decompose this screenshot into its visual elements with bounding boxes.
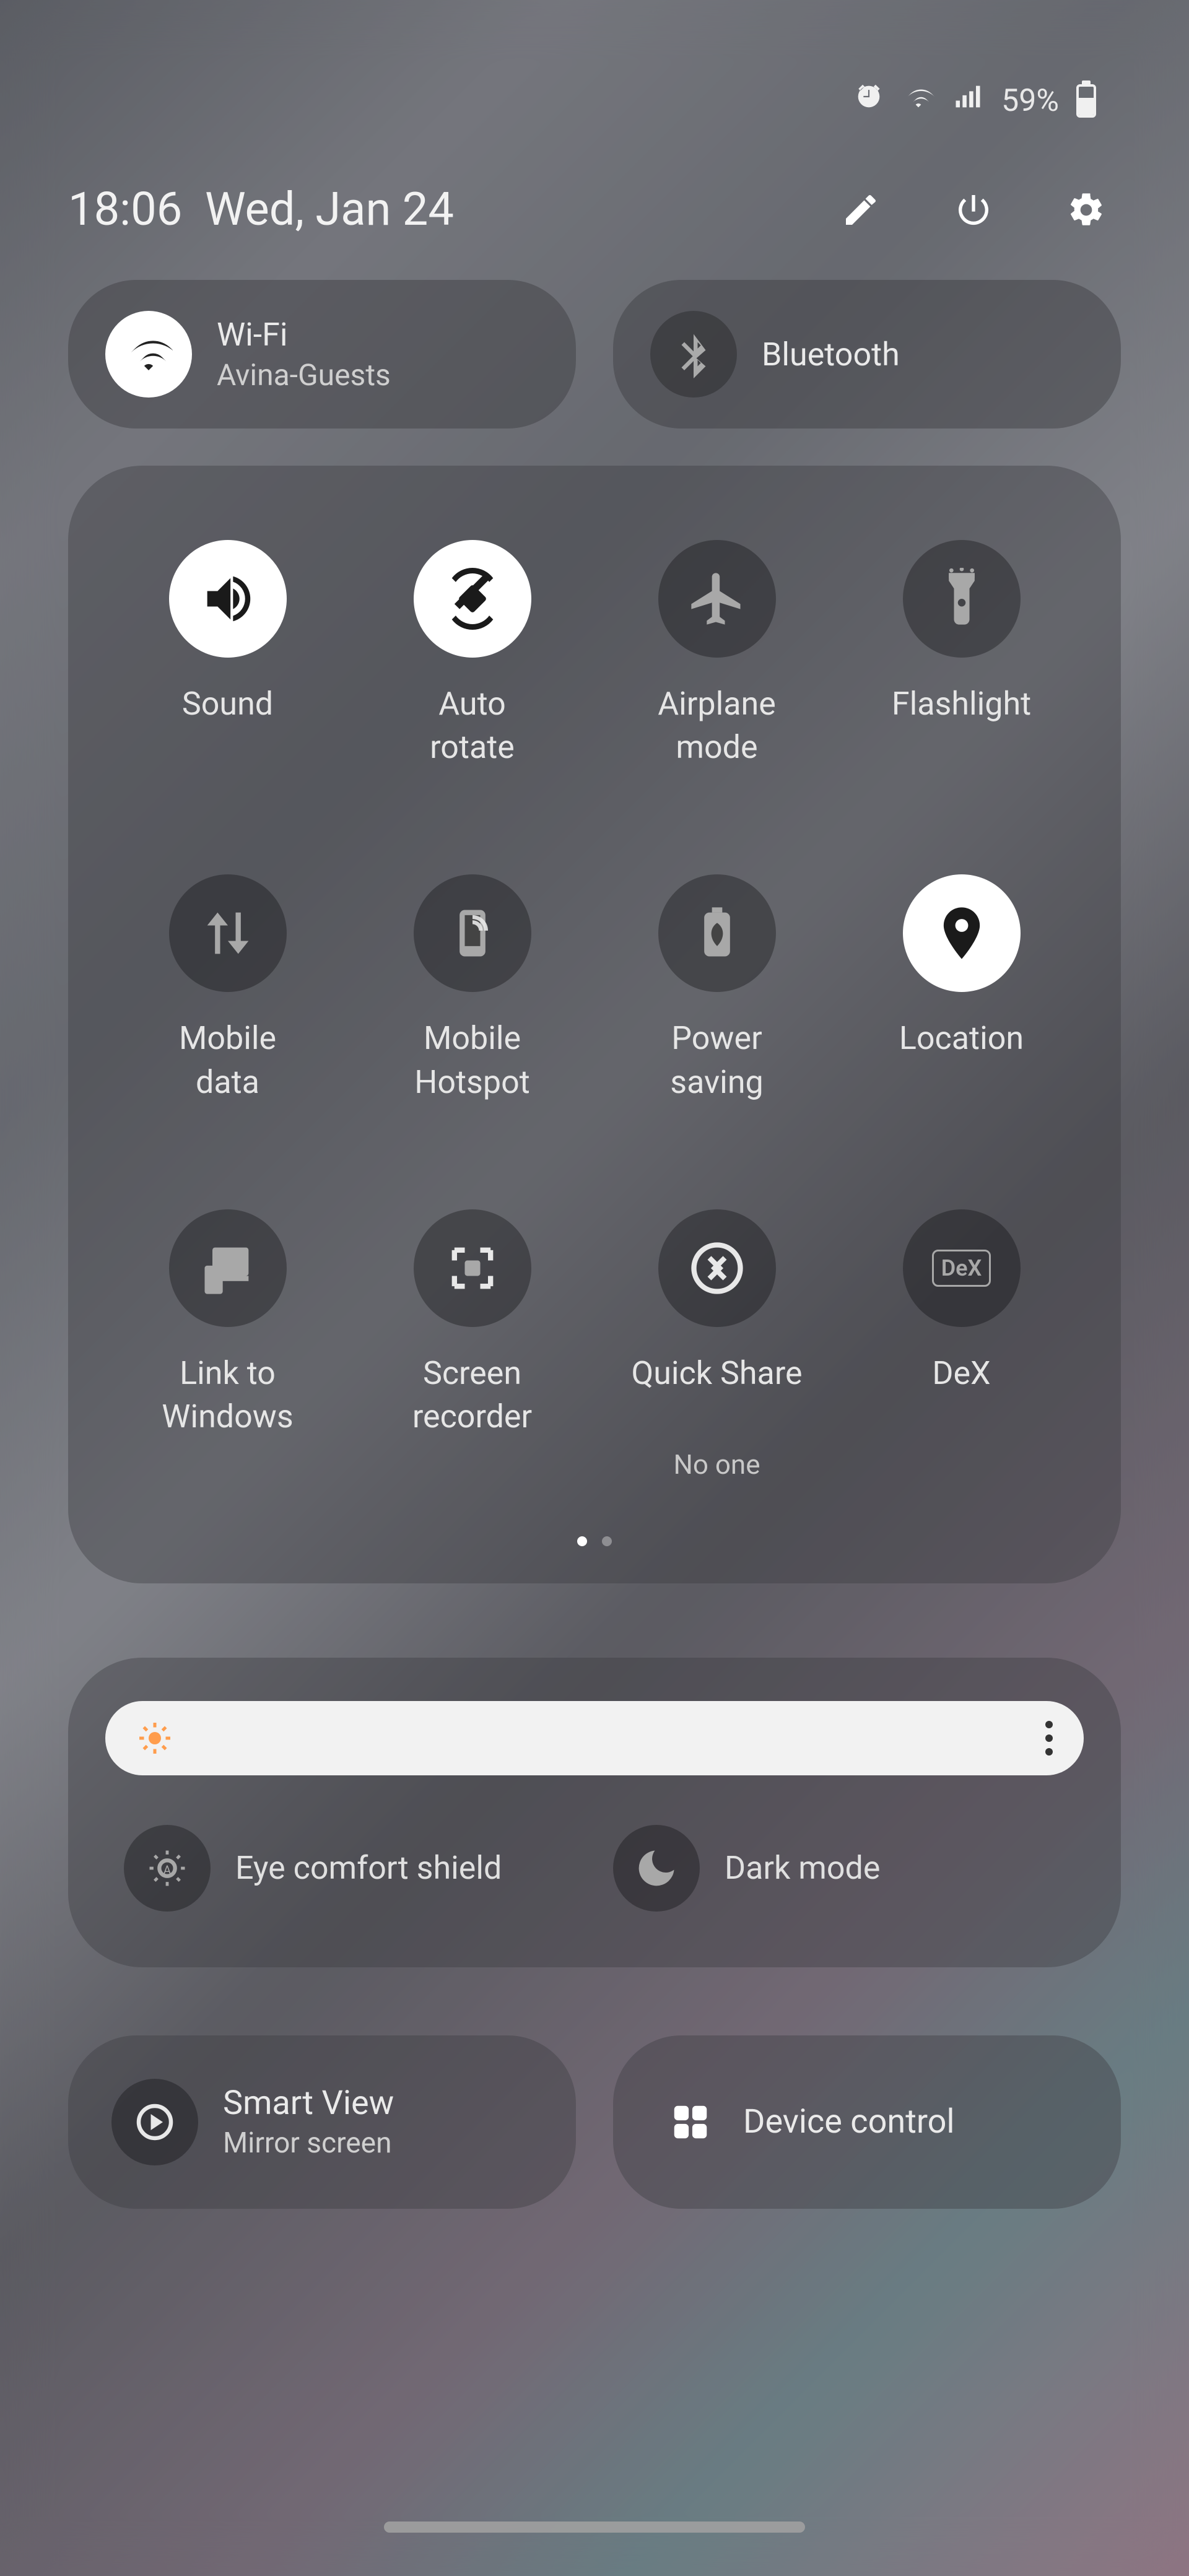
dark-mode-toggle[interactable]: Dark mode <box>594 1825 1084 1912</box>
mobile-hotspot-icon <box>414 874 531 992</box>
eye-comfort-label: Eye comfort shield <box>235 1849 502 1887</box>
sun-icon <box>136 1720 173 1757</box>
settings-button[interactable] <box>1064 188 1108 232</box>
dark-mode-label: Dark mode <box>725 1849 880 1887</box>
dex-icon: DeX <box>903 1209 1021 1327</box>
auto-rotate-icon <box>414 540 531 658</box>
brightness-slider[interactable] <box>105 1701 1084 1775</box>
toggle-auto-rotate[interactable]: Auto rotate <box>362 540 582 769</box>
eye-comfort-toggle[interactable]: A Eye comfort shield <box>105 1825 594 1912</box>
alarm-icon <box>853 80 885 121</box>
toggle-flashlight[interactable]: Flashlight <box>851 540 1071 769</box>
pencil-icon <box>841 190 881 230</box>
toggle-label: Sound <box>182 682 273 769</box>
toggle-screen-recorder[interactable]: Screen recorder <box>362 1209 582 1481</box>
power-saving-icon <box>658 874 776 992</box>
device-control-icon <box>669 2100 712 2144</box>
toggle-mobile-hotspot[interactable]: Mobile Hotspot <box>362 874 582 1103</box>
nav-gesture-pill[interactable] <box>384 2522 805 2533</box>
quick-toggles-panel: Sound Auto rotate Airplane mode Flashlight M… <box>68 466 1121 1583</box>
toggle-label: Power saving <box>670 1017 764 1103</box>
toggle-label: Airplane mode <box>658 682 776 769</box>
page-dot-active <box>577 1536 587 1546</box>
toggle-label: DeX <box>932 1352 990 1438</box>
panel-header: 18:06 Wed, Jan 24 <box>68 121 1121 280</box>
toggle-label: Mobile Hotspot <box>414 1017 529 1103</box>
toggle-mobile-data[interactable]: Mobile data <box>118 874 338 1103</box>
device-control-title: Device control <box>743 2102 955 2141</box>
toggle-sublabel: No one <box>673 1448 760 1481</box>
battery-icon <box>1076 84 1096 118</box>
airplane-mode-icon <box>658 540 776 658</box>
display-panel: A Eye comfort shield Dark mode <box>68 1658 1121 1967</box>
battery-percentage: 59% <box>1001 83 1059 119</box>
gear-icon <box>1066 190 1106 230</box>
page-dot-inactive <box>602 1536 612 1546</box>
toggle-label: Location <box>899 1017 1024 1103</box>
brightness-more-button[interactable] <box>1045 1721 1053 1756</box>
power-button[interactable] <box>951 188 996 232</box>
header-datetime: 18:06 Wed, Jan 24 <box>68 183 454 237</box>
bluetooth-pill[interactable]: Bluetooth <box>613 280 1121 429</box>
link-windows-icon <box>169 1209 287 1327</box>
toggle-sound[interactable]: Sound <box>118 540 338 769</box>
page-indicator[interactable] <box>118 1536 1071 1546</box>
moon-icon <box>633 1845 680 1892</box>
edit-button[interactable] <box>838 188 883 232</box>
location-icon <box>903 874 1021 992</box>
toggle-label: Screen recorder <box>412 1352 532 1438</box>
cell-signal-icon <box>952 80 984 121</box>
toggle-link-windows[interactable]: Link to Windows <box>118 1209 338 1481</box>
toggle-label: Quick Share <box>631 1352 802 1438</box>
mobile-data-icon <box>169 874 287 992</box>
wifi-title: Wi-Fi <box>217 316 391 354</box>
eye-comfort-icon: A <box>144 1845 191 1892</box>
wifi-icon <box>124 330 173 378</box>
power-icon <box>954 190 993 230</box>
cast-icon <box>131 2098 179 2146</box>
flashlight-icon <box>903 540 1021 658</box>
wifi-network-name: Avina-Guests <box>217 357 391 393</box>
device-control-card[interactable]: Device control <box>613 2035 1121 2209</box>
toggle-label: Auto rotate <box>430 682 515 769</box>
toggle-label: Link to Windows <box>162 1352 293 1438</box>
toggle-power-saving[interactable]: Power saving <box>607 874 827 1103</box>
clock-time: 18:06 <box>68 183 182 237</box>
toggle-label: Flashlight <box>892 682 1031 769</box>
sound-icon <box>169 540 287 658</box>
smart-view-title: Smart View <box>223 2084 394 2123</box>
toggle-quick-share[interactable]: Quick Share No one <box>607 1209 827 1481</box>
clock-date: Wed, Jan 24 <box>205 183 454 237</box>
smart-view-sub: Mirror screen <box>223 2126 394 2160</box>
toggle-location[interactable]: Location <box>851 874 1071 1103</box>
status-bar: 59% <box>68 0 1121 121</box>
wifi-status-icon <box>902 80 934 121</box>
bluetooth-title: Bluetooth <box>762 336 900 373</box>
screen-recorder-icon <box>414 1209 531 1327</box>
quick-share-icon <box>658 1209 776 1327</box>
svg-text:A: A <box>163 1863 172 1877</box>
wifi-pill[interactable]: Wi-Fi Avina-Guests <box>68 280 576 429</box>
toggle-label: Mobile data <box>179 1017 276 1103</box>
toggle-dex[interactable]: DeX DeX <box>851 1209 1071 1481</box>
bluetooth-icon <box>669 330 718 378</box>
smart-view-card[interactable]: Smart View Mirror screen <box>68 2035 576 2209</box>
toggle-airplane-mode[interactable]: Airplane mode <box>607 540 827 769</box>
